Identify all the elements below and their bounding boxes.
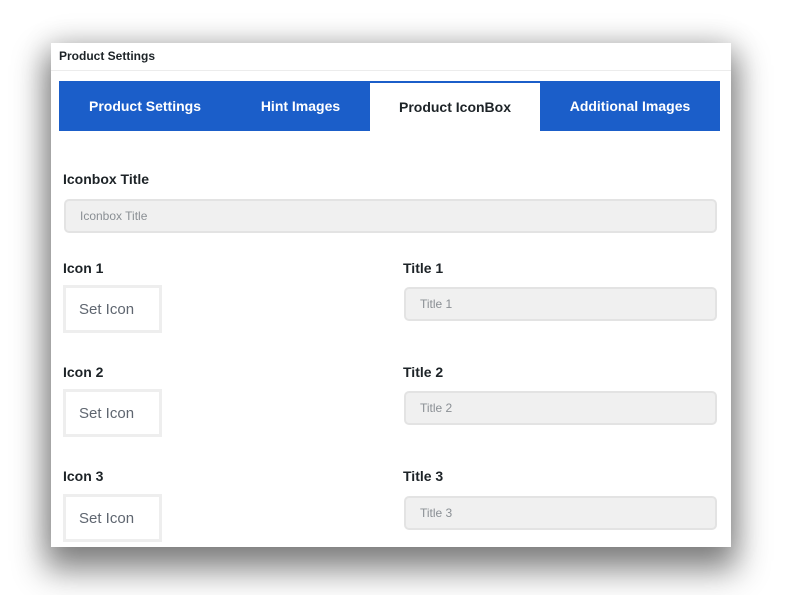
set-icon-1-button[interactable]: Set Icon (63, 285, 162, 333)
title-1-input[interactable] (404, 287, 717, 321)
icon-2-label: Icon 2 (63, 364, 104, 380)
title-1-label: Title 1 (403, 260, 444, 276)
title-2-label: Title 2 (403, 364, 444, 380)
tab-product-settings[interactable]: Product Settings (59, 81, 231, 131)
iconbox-title-input[interactable] (64, 199, 717, 233)
tab-hint-images[interactable]: Hint Images (231, 81, 370, 131)
title-2-input[interactable] (404, 391, 717, 425)
panel-header: Product Settings (51, 43, 731, 71)
icon-1-label: Icon 1 (63, 260, 104, 276)
set-icon-3-button[interactable]: Set Icon (63, 494, 162, 542)
title-3-label: Title 3 (403, 468, 444, 484)
tab-additional-images[interactable]: Additional Images (540, 81, 720, 131)
icon-3-label: Icon 3 (63, 468, 104, 484)
tab-bar: Product Settings Hint Images Product Ico… (59, 81, 720, 131)
title-3-input[interactable] (404, 496, 717, 530)
product-settings-panel: Product Settings Product Settings Hint I… (51, 43, 731, 547)
iconbox-title-label: Iconbox Title (63, 171, 150, 187)
set-icon-2-button[interactable]: Set Icon (63, 389, 162, 437)
tab-product-iconbox[interactable]: Product IconBox (370, 83, 540, 131)
panel-title: Product Settings (59, 49, 156, 63)
